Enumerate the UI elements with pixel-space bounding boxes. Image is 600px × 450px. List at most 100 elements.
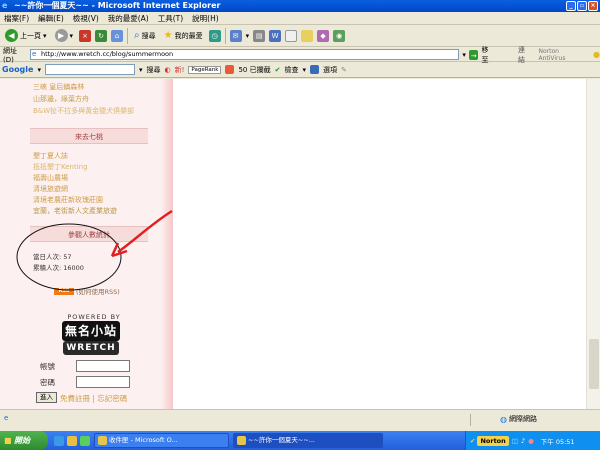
folder-icon[interactable] <box>301 29 314 42</box>
rss-help-link[interactable]: (如何使用RSS) <box>76 286 120 296</box>
go-arrow-icon[interactable]: → <box>468 49 479 60</box>
norton-shield-icon[interactable]: ● <box>593 50 600 59</box>
menu-view[interactable]: 檢視(V) <box>73 13 99 24</box>
taskbar-ie[interactable]: ~~許你一個夏天~~... <box>233 433 383 448</box>
zone-label: 網際網路 <box>508 415 537 423</box>
register-link[interactable]: 免費註冊 | 忘記密碼 <box>60 393 127 404</box>
toolbar-separator <box>127 27 129 44</box>
toolbar-separator <box>224 27 226 44</box>
system-tray: ✔ Norton ◫ ♪ ● 下午 05:51 <box>465 431 600 450</box>
forward-button[interactable]: ▶ ▾ <box>53 27 76 45</box>
forward-arrow-icon: ▶ <box>54 29 68 42</box>
account-input[interactable] <box>76 360 130 372</box>
login-button[interactable]: 進入 <box>36 392 57 403</box>
dropdown-icon[interactable]: ▾ <box>462 51 466 59</box>
title-bar: e ~~許你一個夏天~~ - Microsoft Internet Explor… <box>0 0 600 12</box>
ie-quicklaunch-icon[interactable] <box>54 435 64 446</box>
print-icon[interactable]: ▤ <box>253 29 266 42</box>
discuss-icon[interactable] <box>285 29 298 42</box>
favorites-star-icon: ★ <box>163 30 173 41</box>
address-input[interactable]: http://www.wretch.cc/blog/summermoon <box>29 49 460 60</box>
minimize-icon[interactable]: _ <box>566 1 576 11</box>
back-button[interactable]: ◀ 上一頁 ▾ <box>3 27 49 45</box>
refresh-icon[interactable]: ↻ <box>95 29 108 42</box>
norton-tray-button[interactable]: ✔ Norton <box>470 435 509 446</box>
sidebar-link[interactable]: 山那邊，綠葉方舟 <box>33 94 89 104</box>
password-label: 密碼 <box>40 378 55 387</box>
search-label: 搜尋 <box>141 31 156 40</box>
total-visitors: 累積人次: 16000 <box>33 264 84 272</box>
google-logo[interactable]: Google <box>2 65 33 74</box>
search-button[interactable]: ⌕ 搜尋 <box>132 27 158 45</box>
volume-icon[interactable]: ♪ <box>521 437 525 445</box>
menu-edit[interactable]: 編輯(E) <box>38 13 64 24</box>
back-label: 上一頁 <box>20 31 41 40</box>
travel-link[interactable]: 抵抵墾丁Kenting <box>33 162 88 172</box>
scrollbar-thumb[interactable] <box>589 339 599 389</box>
home-icon[interactable]: ⌂ <box>111 29 124 42</box>
travel-link[interactable]: 墾丁夏人誌 <box>33 151 68 161</box>
menu-favorites[interactable]: 我的最愛(A) <box>108 13 149 24</box>
travel-link[interactable]: 福壽山農場 <box>33 173 68 183</box>
ie-window: e ~~許你一個夏天~~ - Microsoft Internet Explor… <box>0 0 600 450</box>
messenger-icon[interactable]: ◆ <box>317 29 330 42</box>
windows-taskbar: 開始 收件匣 - Microsoft O... ~~許你一個夏天~~... ✔ … <box>0 431 600 450</box>
search-icon: ⌕ <box>134 30 140 41</box>
menu-bar: 檔案(F) 編輯(E) 檢視(V) 我的最愛(A) 工具(T) 說明(H) <box>0 12 600 25</box>
travel-link[interactable]: 宜蘭，老街新人文產業旅遊 <box>33 206 117 216</box>
options-button[interactable]: 選項 <box>323 65 337 75</box>
check-icon: ✔ <box>274 65 281 74</box>
pagerank-meter: PageRank <box>188 65 222 74</box>
password-input[interactable] <box>76 376 130 388</box>
sidebar-link[interactable]: 三峽 皇后鎮森林 <box>33 82 84 92</box>
edit-icon[interactable]: W <box>269 29 282 42</box>
options-icon <box>310 65 319 74</box>
google-search-button[interactable]: 搜尋 <box>146 65 160 75</box>
pencil-icon[interactable]: ✎ <box>341 66 347 74</box>
rss-badge[interactable]: RSS <box>54 288 74 295</box>
dropdown-icon[interactable]: ▾ <box>139 66 143 74</box>
desktop-quicklaunch-icon[interactable] <box>80 435 90 446</box>
taskbar-outlook[interactable]: 收件匣 - Microsoft O... <box>94 433 229 448</box>
dropdown-icon[interactable]: ▾ <box>37 66 41 74</box>
ie-logo-icon: e <box>2 1 8 10</box>
maximize-icon[interactable]: ▫ <box>577 1 587 11</box>
clock[interactable]: 下午 05:51 <box>541 436 575 446</box>
wretch-wordmark[interactable]: WRETCH <box>63 341 119 355</box>
norton-label[interactable]: Norton AntiVirus <box>538 48 586 62</box>
dropdown-icon: ▾ <box>69 31 74 40</box>
history-icon[interactable]: ◷ <box>208 29 221 42</box>
network-icon[interactable]: ◫ <box>512 437 518 445</box>
outlook-quicklaunch-icon[interactable] <box>67 435 77 446</box>
status-bar: e ◍ 網際網路 <box>0 409 600 431</box>
google-new-badge[interactable]: 新! <box>175 65 185 75</box>
window-title: ~~許你一個夏天~~ - Microsoft Internet Explorer <box>14 1 221 10</box>
status-pane <box>470 414 494 426</box>
wretch-logo[interactable]: 無名小站 <box>62 321 120 341</box>
mail-icon[interactable]: ✉ <box>229 29 242 42</box>
google-toolbar: Google ▾ ▾ 搜尋 ◐ 新! PageRank 50 已攔截 ✔ 檢查 … <box>0 62 600 78</box>
norton-tray-label: Norton <box>477 435 509 446</box>
shield-icon[interactable]: ● <box>528 437 534 445</box>
spell-check-button[interactable]: 檢查 <box>284 65 298 75</box>
dropdown-icon[interactable]: ▾ <box>302 66 306 74</box>
google-g-icon[interactable]: ◐ <box>164 66 170 74</box>
travel-link[interactable]: 清境老農莊新玫瑰莊園 <box>33 195 103 205</box>
dropdown-icon[interactable]: ▾ <box>246 32 250 40</box>
google-search-input[interactable] <box>44 64 135 75</box>
vertical-scrollbar[interactable] <box>586 79 600 409</box>
travel-link[interactable]: 清境旅遊網 <box>33 184 68 194</box>
favorites-button[interactable]: ★ 我的最愛 <box>162 27 205 45</box>
sidebar-border <box>161 79 173 409</box>
close-icon[interactable]: × <box>588 1 598 11</box>
powered-by-label: POWERED BY <box>67 313 121 321</box>
travel-section-title: 來去七桃 <box>30 128 148 144</box>
menu-help[interactable]: 說明(H) <box>192 13 219 24</box>
popup-blocked-count[interactable]: 50 已攔截 <box>238 65 270 75</box>
stop-icon[interactable]: × <box>79 29 92 42</box>
start-button[interactable]: 開始 <box>0 431 48 450</box>
menu-tools[interactable]: 工具(T) <box>158 13 183 24</box>
menu-file[interactable]: 檔案(F) <box>4 13 29 24</box>
sidebar-link[interactable]: B&W扯不拉多與黃金獵犬俱樂部 <box>33 106 134 116</box>
research-icon[interactable]: ◉ <box>333 29 346 42</box>
